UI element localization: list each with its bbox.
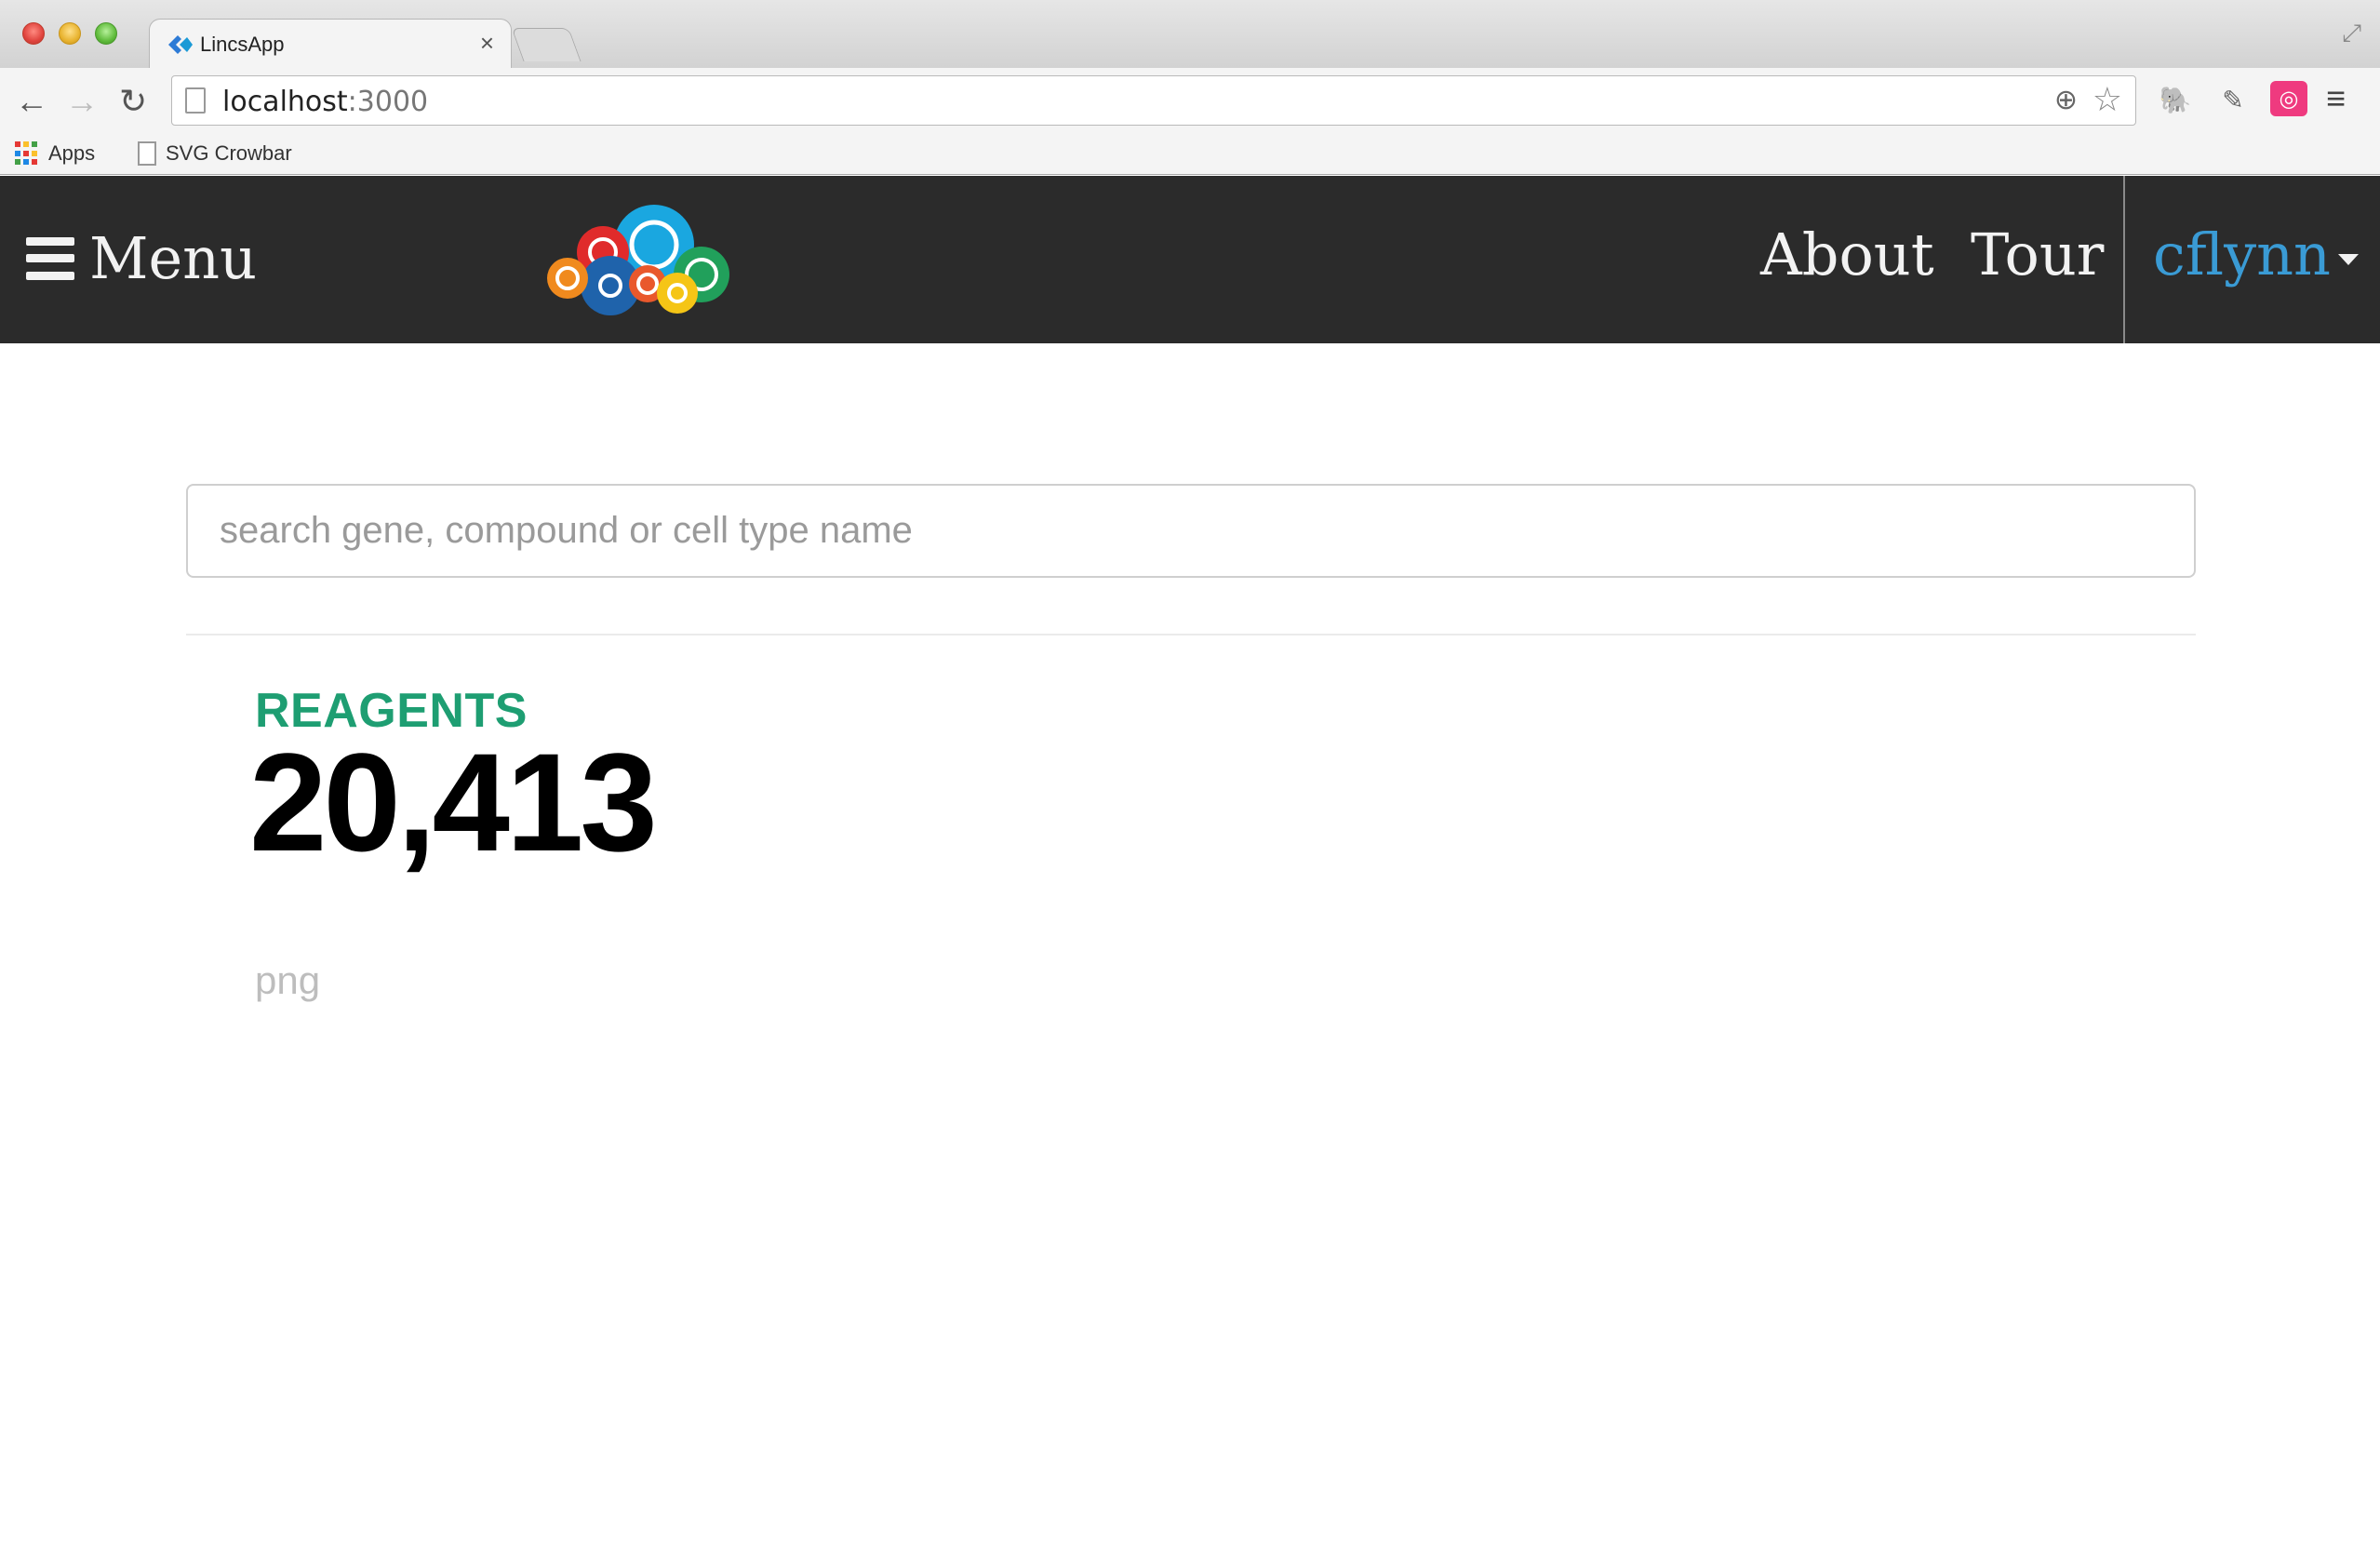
lincs-favicon-icon bbox=[168, 35, 193, 54]
png-link[interactable]: png bbox=[255, 958, 320, 1003]
browser-toolbar: ← → ↻ localhost:3000 ⊕ ☆ 🐘 ✎ ◎ ≡ bbox=[0, 68, 2380, 138]
screenshot-extension-icon[interactable]: ◎ bbox=[2270, 81, 2307, 116]
url-text[interactable]: localhost:3000 bbox=[222, 86, 428, 118]
caret-down-icon bbox=[2337, 253, 2359, 265]
nav-divider bbox=[2123, 176, 2125, 343]
window-zoom-button[interactable] bbox=[95, 22, 117, 45]
address-bar[interactable]: localhost:3000 ⊕ ☆ bbox=[171, 75, 2136, 126]
bookmark-label: Apps bbox=[48, 141, 96, 165]
tab-close-icon[interactable]: × bbox=[480, 29, 494, 58]
bookmarks-bar: Apps SVG Crowbar bbox=[0, 138, 2380, 175]
menu-button[interactable]: Menu bbox=[26, 224, 257, 292]
browser-tab-bar: LincsApp × ⤢ bbox=[0, 0, 2380, 69]
reagents-count: 20,413 bbox=[249, 724, 658, 880]
tab-title: LincsApp bbox=[200, 33, 285, 56]
bookmark-star-icon[interactable]: ☆ bbox=[2093, 80, 2122, 119]
page-icon bbox=[185, 87, 206, 114]
nav-about-link[interactable]: About bbox=[1760, 221, 1934, 288]
zoom-icon[interactable]: ⊕ bbox=[2054, 84, 2078, 116]
back-arrow-icon[interactable]: ← bbox=[15, 81, 48, 122]
new-tab-button[interactable] bbox=[511, 28, 582, 61]
eyedropper-extension-icon[interactable]: ✎ bbox=[2214, 81, 2252, 118]
reload-icon[interactable]: ↻ bbox=[119, 81, 147, 122]
apps-grid-icon bbox=[15, 141, 39, 166]
nav-tour-link[interactable]: Tour bbox=[1971, 221, 2104, 288]
forward-arrow-icon[interactable]: → bbox=[65, 81, 99, 122]
browser-menu-icon[interactable]: ≡ bbox=[2326, 79, 2346, 118]
bookmark-apps[interactable]: Apps bbox=[15, 141, 95, 166]
window-minimize-button[interactable] bbox=[59, 22, 81, 45]
fullscreen-icon[interactable]: ⤢ bbox=[2342, 19, 2361, 48]
bookmark-label: SVG Crowbar bbox=[166, 141, 292, 165]
menu-label: Menu bbox=[89, 224, 258, 292]
hamburger-icon bbox=[26, 236, 74, 280]
user-name: cflynn bbox=[2153, 221, 2331, 288]
page-icon bbox=[138, 141, 156, 166]
evernote-extension-icon[interactable]: 🐘 bbox=[2157, 81, 2194, 118]
user-dropdown[interactable]: cflynn bbox=[2153, 221, 2359, 288]
lincs-logo[interactable] bbox=[545, 202, 741, 317]
app-navbar: Menu About Tour cflynn bbox=[0, 176, 2380, 343]
window-close-button[interactable] bbox=[22, 22, 45, 45]
search-input[interactable] bbox=[186, 484, 2196, 578]
divider bbox=[186, 634, 2196, 636]
browser-tab[interactable]: LincsApp × bbox=[149, 19, 512, 69]
bookmark-svg-crowbar[interactable]: SVG Crowbar bbox=[138, 141, 292, 166]
